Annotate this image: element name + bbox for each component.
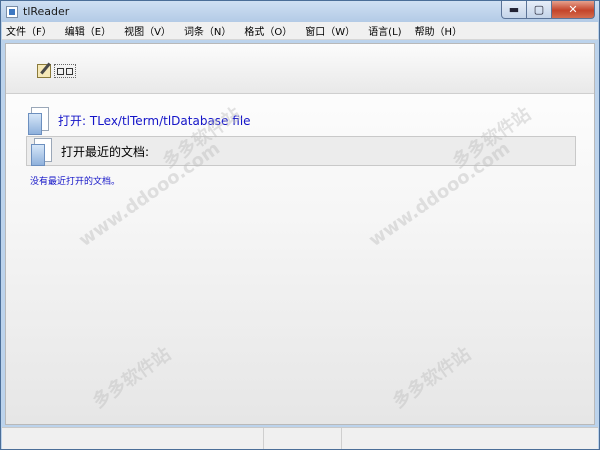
recent-empty-message: 没有最近打开的文档。: [30, 177, 121, 187]
menu-language[interactable]: 语言(L): [368, 23, 401, 38]
menu-format[interactable]: 格式（O）: [244, 23, 292, 38]
document-icon: [28, 107, 50, 135]
recent-documents-title: 打开最近的文档:: [61, 144, 150, 159]
open-file-link[interactable]: 打开: TLex/tlTerm/tlDatabase file: [58, 112, 251, 129]
status-cell: [342, 428, 598, 449]
app-window: tlReader ▬ ▢ ✕ 文件（F） 编辑（E） 视图（V） 词条（N） 格…: [0, 0, 600, 450]
status-cell: [2, 428, 264, 449]
close-button[interactable]: ✕: [552, 1, 595, 19]
status-cell: [264, 428, 342, 449]
app-icon: [6, 5, 18, 18]
minimize-button[interactable]: ▬: [501, 1, 527, 19]
status-bar: [2, 427, 598, 449]
start-page: 打开: TLex/tlTerm/tlDatabase file 打开最近的文档:…: [5, 43, 595, 425]
watermark-text: 多多软件站: [88, 343, 175, 413]
menu-window[interactable]: 窗口（W）: [305, 23, 355, 38]
title-bar[interactable]: tlReader ▬ ▢ ✕: [1, 1, 599, 22]
menu-edit[interactable]: 编辑（E）: [65, 23, 111, 38]
menu-file[interactable]: 文件（F）: [6, 23, 52, 38]
toolbar: [6, 44, 594, 94]
window-controls: ▬ ▢ ✕: [501, 1, 595, 19]
maximize-button[interactable]: ▢: [527, 1, 552, 19]
window-title: tlReader: [23, 5, 70, 18]
menu-help[interactable]: 帮助（H）: [415, 23, 463, 38]
recent-documents-panel: 打开最近的文档:: [26, 136, 576, 166]
edit-icon[interactable]: [37, 64, 51, 78]
menu-view[interactable]: 视图（V）: [124, 23, 171, 38]
open-file-row[interactable]: 打开: TLex/tlTerm/tlDatabase file: [28, 106, 251, 135]
watermark-text: 多多软件站: [388, 343, 475, 413]
recent-document-icon: [31, 138, 53, 166]
twin-pane-icon[interactable]: [54, 64, 76, 78]
menu-bar: 文件（F） 编辑（E） 视图（V） 词条（N） 格式（O） 窗口（W） 语言(L…: [2, 22, 598, 40]
menu-entry[interactable]: 词条（N）: [184, 23, 231, 38]
